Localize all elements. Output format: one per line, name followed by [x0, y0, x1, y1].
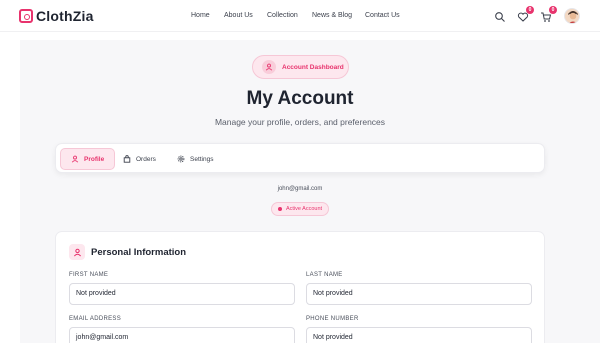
cart-count-badge: 0 [549, 6, 557, 14]
tab-profile[interactable]: Profile [60, 148, 116, 170]
account-dashboard-label: Account Dashboard [282, 63, 344, 71]
nav-contact-us[interactable]: Contact Us [365, 12, 400, 19]
site-header: ClothZia Home About Us Collection News &… [0, 0, 600, 32]
tab-settings[interactable]: Settings [177, 148, 214, 170]
wishlist-count-badge: 0 [526, 6, 534, 14]
tab-settings-label: Settings [190, 155, 214, 163]
cart-button[interactable]: 0 [540, 6, 557, 22]
account-dashboard-badge: Account Dashboard [252, 55, 349, 79]
phone-field[interactable]: Not provided [306, 327, 532, 343]
first-name-label: FIRST NAME [69, 272, 109, 278]
last-name-label: LAST NAME [306, 272, 343, 278]
user-icon [69, 244, 85, 260]
nav-collection[interactable]: Collection [267, 12, 298, 19]
bag-icon [123, 155, 131, 163]
page-subtitle: Manage your profile, orders, and prefere… [214, 117, 386, 127]
user-icon [262, 60, 276, 74]
first-name-field[interactable]: Not provided [69, 283, 295, 305]
tab-orders-label: Orders [136, 155, 156, 163]
tab-orders[interactable]: Orders [123, 148, 156, 170]
nav-home[interactable]: Home [191, 12, 210, 19]
gear-icon [177, 155, 185, 163]
tab-profile-label: Profile [84, 155, 105, 163]
search-icon[interactable] [494, 10, 506, 22]
account-tabs: Profile Orders Settings [55, 143, 545, 173]
nav-about-us[interactable]: About Us [224, 12, 253, 19]
phone-number-label: PHONE NUMBER [306, 316, 359, 322]
section-title: Personal Information [91, 247, 187, 258]
page-title: My Account [246, 88, 354, 109]
nav-news-blog[interactable]: News & Blog [312, 12, 352, 19]
status-label: Active Account [285, 206, 323, 212]
status-dot-icon [277, 207, 282, 211]
account-email: john@gmail.com [277, 186, 323, 192]
status-badge: Active Account [271, 202, 329, 216]
main-nav: Home About Us Collection News & Blog Con… [0, 12, 600, 22]
email-field[interactable]: john@gmail.com [69, 327, 295, 343]
last-name-field[interactable]: Not provided [306, 283, 532, 305]
wishlist-button[interactable]: 0 [517, 6, 534, 22]
avatar[interactable] [564, 8, 580, 24]
user-icon [71, 155, 79, 163]
email-address-label: EMAIL ADDRESS [69, 316, 122, 322]
